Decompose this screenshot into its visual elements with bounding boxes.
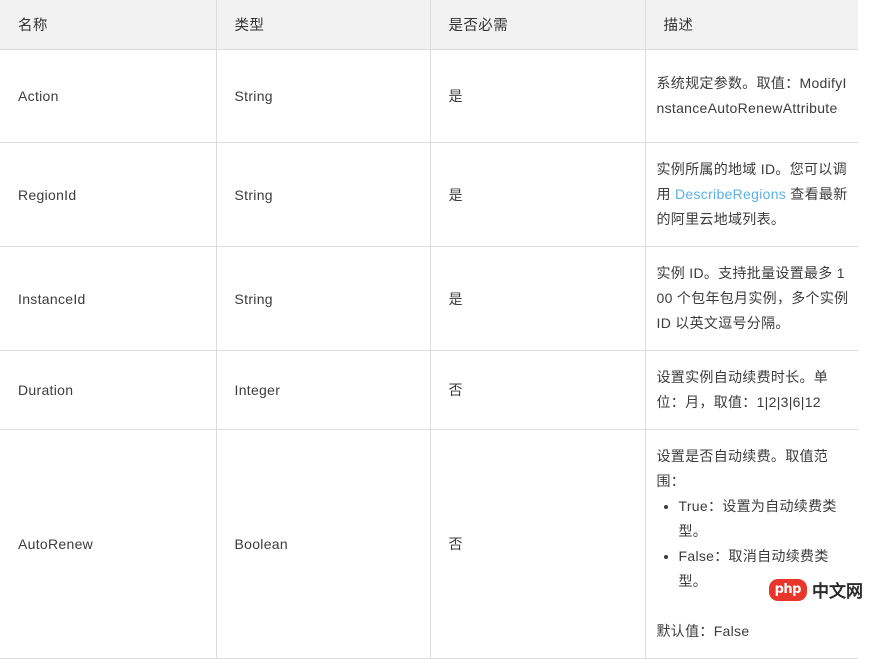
cell-parameter-name: RegionId <box>0 142 217 247</box>
cell-parameter-description: 系统规定参数。取值：ModifyInstanceAutoRenewAttribu… <box>645 49 858 143</box>
cell-parameter-name: AutoRenew <box>0 429 217 659</box>
table-header: 名称 类型 是否必需 描述 <box>0 0 858 50</box>
cell-parameter-type: String <box>216 246 431 351</box>
column-header-name: 名称 <box>0 0 217 50</box>
cell-parameter-description: 实例 ID。支持批量设置最多 100 个包年包月实例，多个实例 ID 以英文逗号… <box>645 246 858 351</box>
cell-parameter-required: 否 <box>430 429 646 659</box>
cell-parameter-description: 设置实例自动续费时长。单位：月，取值：1|2|3|6|12 <box>645 350 858 430</box>
cell-parameter-name: Duration <box>0 350 217 430</box>
description-text: 系统规定参数。取值：ModifyInstanceAutoRenewAttribu… <box>656 75 847 116</box>
cell-parameter-type: Boolean <box>216 429 431 659</box>
table-row: Action String 是 系统规定参数。取值：ModifyInstance… <box>0 49 858 143</box>
cell-parameter-required: 是 <box>430 142 646 247</box>
table-row: Duration Integer 否 设置实例自动续费时长。单位：月，取值：1|… <box>0 350 858 430</box>
table-body: Action String 是 系统规定参数。取值：ModifyInstance… <box>0 49 858 659</box>
cell-parameter-required: 否 <box>430 350 646 430</box>
cell-parameter-description: 设置是否自动续费。取值范围： True：设置为自动续费类型。 False：取消自… <box>645 429 858 659</box>
description-text: 设置实例自动续费时长。单位：月，取值：1|2|3|6|12 <box>656 369 829 410</box>
table-row: InstanceId String 是 实例 ID。支持批量设置最多 100 个… <box>0 246 858 351</box>
watermark-label: 中文网 <box>812 582 863 602</box>
cell-parameter-name: Action <box>0 49 217 143</box>
describe-regions-link[interactable]: DescribeRegions <box>675 186 786 202</box>
cell-parameter-type: String <box>216 49 431 143</box>
table-header-row: 名称 类型 是否必需 描述 <box>0 0 858 50</box>
column-header-type: 类型 <box>216 0 431 50</box>
cell-parameter-required: 是 <box>430 246 646 351</box>
cell-parameter-type: Integer <box>216 350 431 430</box>
table-row: RegionId String 是 实例所属的地域 ID。您可以调用 Descr… <box>0 142 858 247</box>
cell-parameter-type: String <box>216 142 431 247</box>
cell-parameter-description: 实例所属的地域 ID。您可以调用 DescribeRegions 查看最新的阿里… <box>645 142 858 247</box>
table-row: AutoRenew Boolean 否 设置是否自动续费。取值范围： True：… <box>0 429 858 659</box>
parameter-table-page: 名称 类型 是否必需 描述 Action String 是 系统规定参数。取值：… <box>0 0 871 659</box>
cell-parameter-required: 是 <box>430 49 646 143</box>
column-header-required: 是否必需 <box>430 0 646 50</box>
description-text: 实例 ID。支持批量设置最多 100 个包年包月实例，多个实例 ID 以英文逗号… <box>656 265 849 331</box>
php-chinese-watermark: php 中文网 <box>768 577 863 602</box>
column-header-description: 描述 <box>645 0 858 50</box>
php-logo-icon: php <box>768 578 807 601</box>
description-default-value: 默认值：False <box>656 623 750 639</box>
api-parameter-table: 名称 类型 是否必需 描述 Action String 是 系统规定参数。取值：… <box>0 0 858 659</box>
description-text: 实例所属的地域 ID。您可以调用 DescribeRegions 查看最新的阿里… <box>657 157 851 232</box>
list-item: True：设置为自动续费类型。 <box>679 494 851 544</box>
description-intro: 设置是否自动续费。取值范围： <box>656 448 829 489</box>
cell-parameter-name: InstanceId <box>0 246 217 351</box>
